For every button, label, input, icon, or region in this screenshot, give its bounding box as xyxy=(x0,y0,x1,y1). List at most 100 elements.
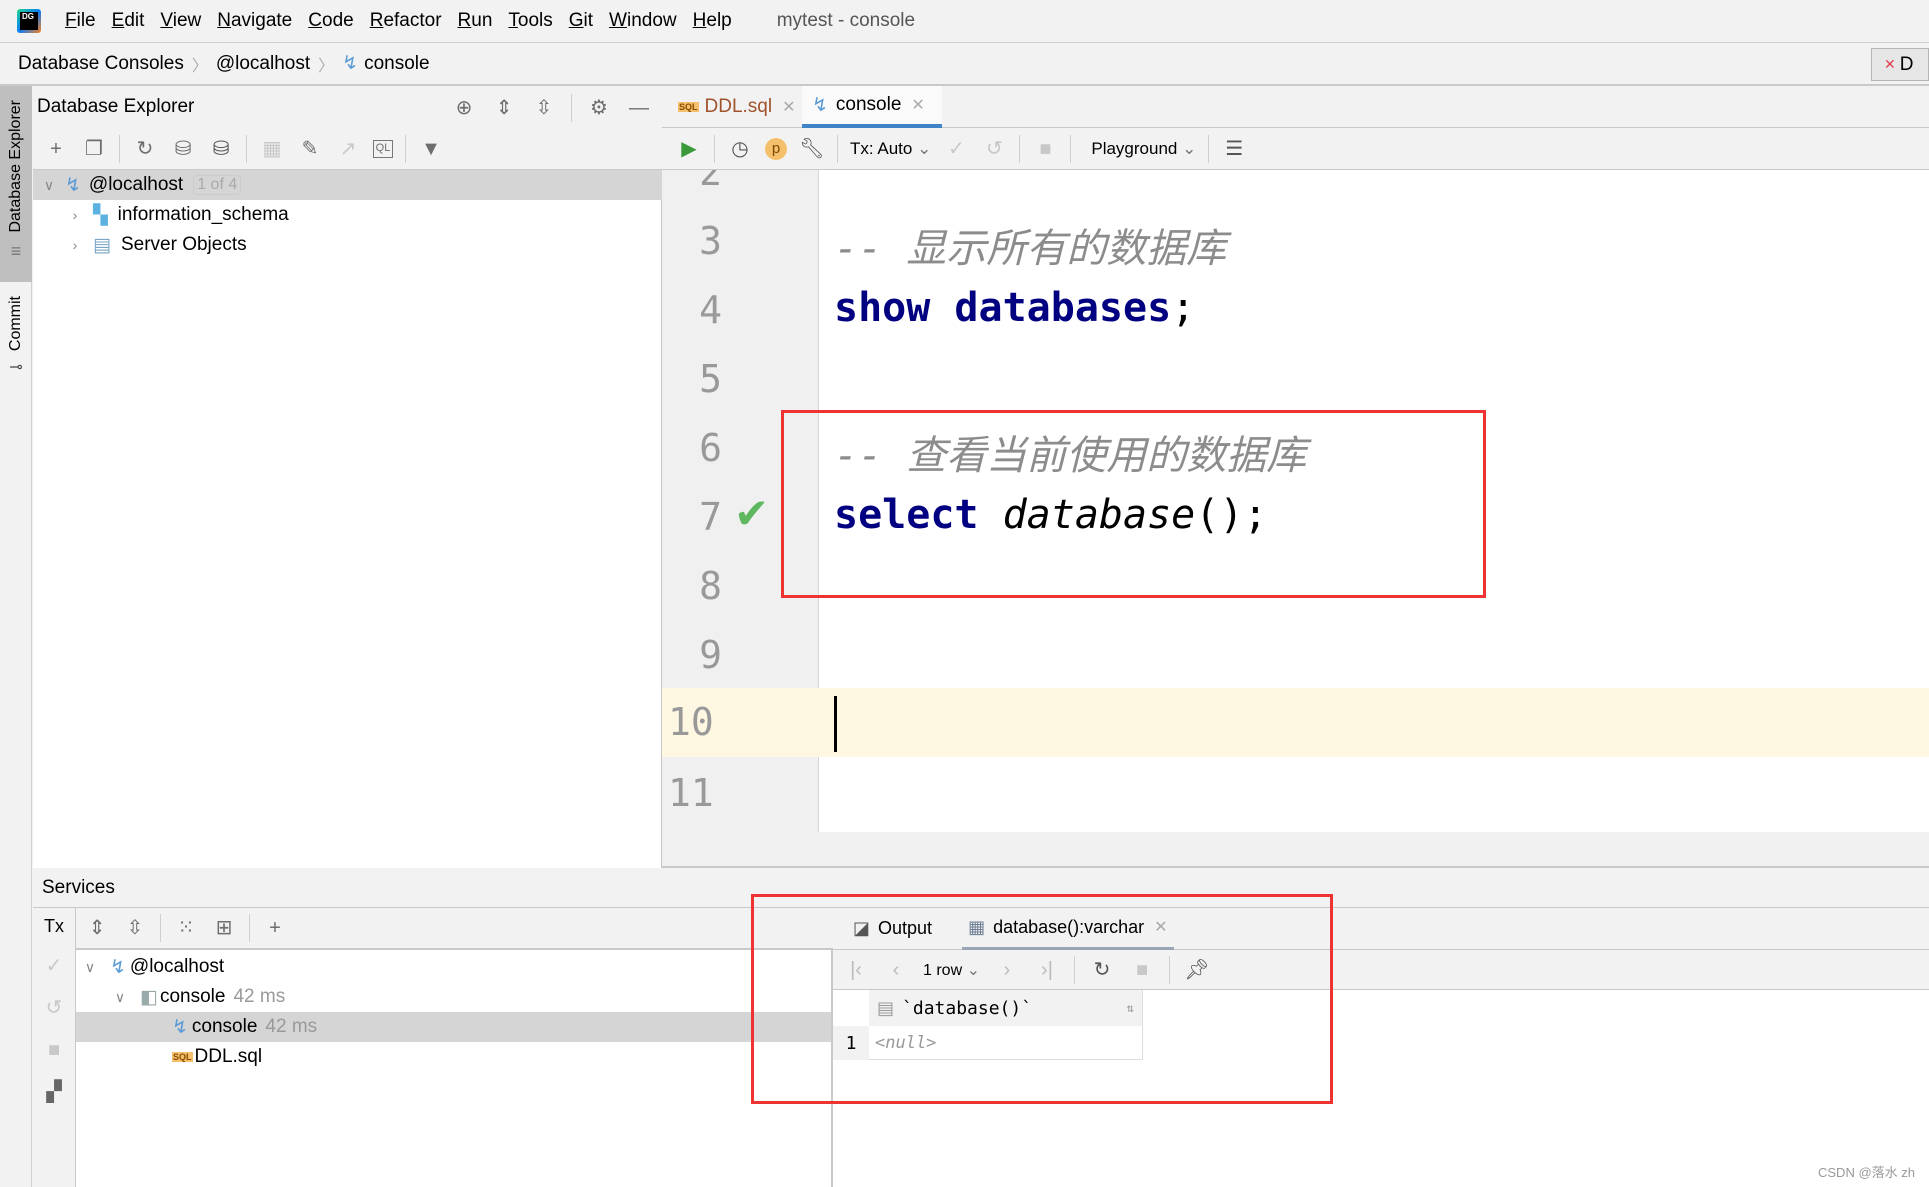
chevron-down-icon: ⌄ xyxy=(917,138,932,158)
tx-dropdown[interactable]: Tx xyxy=(44,916,64,937)
parameters-icon[interactable]: p xyxy=(765,137,787,160)
layout-icon[interactable]: ▞ xyxy=(41,1079,67,1105)
copy-icon[interactable]: ❐ xyxy=(81,136,107,162)
commit-check-icon[interactable]: ✓ xyxy=(41,953,67,979)
tab-ddl-sql[interactable]: SQL DDL.sql ✕ xyxy=(668,86,806,128)
table-icon[interactable]: ▦ xyxy=(259,136,285,162)
chevron-down-icon[interactable]: ∨ xyxy=(80,959,100,976)
chevron-right-icon[interactable]: › xyxy=(65,237,85,253)
stop-icon[interactable]: ■ xyxy=(1129,957,1155,983)
menu-help[interactable]: Help xyxy=(693,10,732,32)
close-icon[interactable]: ✕ xyxy=(782,97,795,117)
disconnect-button[interactable]: ✕ D xyxy=(1871,48,1929,81)
tab-console[interactable]: ↯ console ✕ xyxy=(802,86,942,128)
strip-commit[interactable]: Commit ⊸ xyxy=(0,296,32,377)
rollback-icon[interactable]: ↺ xyxy=(41,995,67,1021)
new-tab-icon[interactable]: ⊞ xyxy=(211,915,237,941)
menu-edit[interactable]: Edit xyxy=(112,10,145,32)
service-item-ddl-sql[interactable]: SQL DDL.sql xyxy=(76,1042,833,1072)
gear-icon[interactable]: ⚙ xyxy=(586,95,612,121)
close-icon[interactable]: ✕ xyxy=(1154,917,1167,937)
expand-all-icon[interactable]: ⇕ xyxy=(491,95,517,121)
refresh-icon[interactable]: ↻ xyxy=(1089,957,1115,983)
menu-navigate[interactable]: Navigate xyxy=(217,10,292,32)
next-page-icon[interactable]: › xyxy=(994,957,1020,983)
query-console-icon[interactable]: QL xyxy=(373,139,393,158)
history-icon[interactable]: ◷ xyxy=(727,136,753,162)
menu-file[interactable]: File xyxy=(65,10,96,32)
divider xyxy=(1070,134,1072,163)
breadcrumb: Database Consoles 〉 @localhost 〉 ↯ conso… xyxy=(0,43,1929,86)
filter-icon[interactable]: ▼ xyxy=(418,136,444,162)
menu-tools[interactable]: Tools xyxy=(508,10,552,32)
chevron-down-icon[interactable]: ∨ xyxy=(110,989,130,1006)
last-page-icon[interactable]: ›| xyxy=(1034,957,1060,983)
menu-view[interactable]: View xyxy=(160,10,201,32)
tree-item-server-objects[interactable]: › ▤ Server Objects xyxy=(33,230,662,260)
edit-icon[interactable]: ✎ xyxy=(297,136,323,162)
menu-run[interactable]: Run xyxy=(458,10,493,32)
minimize-icon[interactable]: — xyxy=(626,95,652,121)
code-line: 11 xyxy=(662,757,1929,826)
divider xyxy=(119,134,120,163)
output-layout-icon[interactable]: ☰ xyxy=(1221,136,1247,162)
first-page-icon[interactable]: |‹ xyxy=(843,957,869,983)
service-item-console-session[interactable]: ∨ ◧ console 42 ms xyxy=(76,982,833,1012)
breadcrumb-item[interactable]: console xyxy=(364,53,430,75)
executed-check-icon: ✔ xyxy=(734,490,770,537)
pin-icon[interactable]: 📌︎ xyxy=(1184,957,1210,983)
divider xyxy=(405,134,406,163)
code-editor[interactable]: 2 3 -- 显示所有的数据库 4 show databases; 5 6 --… xyxy=(662,170,1929,832)
divider xyxy=(160,914,161,942)
collapse-all-icon[interactable]: ⇳ xyxy=(122,915,148,941)
add-icon[interactable]: + xyxy=(43,136,69,162)
breadcrumb-item[interactable]: Database Consoles xyxy=(18,53,184,75)
menu-window[interactable]: Window xyxy=(609,10,677,32)
result-cell[interactable]: <null> xyxy=(869,1026,1143,1060)
data-source-properties-icon[interactable]: ⛁ xyxy=(170,136,196,162)
stop-icon[interactable]: ■ xyxy=(41,1037,67,1063)
chevron-down-icon[interactable]: ∨ xyxy=(39,177,59,194)
tree-item-localhost[interactable]: ∨ ↯ @localhost 1 of 4 xyxy=(33,170,662,200)
menu-git[interactable]: Git xyxy=(569,10,593,32)
settings-wrench-icon[interactable]: 🔧︎ xyxy=(799,136,825,162)
strip-database-explorer[interactable]: Database Explorer ≡ xyxy=(0,86,32,282)
tx-mode-dropdown[interactable]: Tx: Auto ⌄ xyxy=(850,139,931,159)
tab-label: console xyxy=(835,94,902,115)
code-line: 5 xyxy=(662,343,1929,412)
column-header[interactable]: ▤ `database()` ⇅ xyxy=(869,990,1143,1026)
expand-all-icon[interactable]: ⇕ xyxy=(84,915,110,941)
previous-page-icon[interactable]: ‹ xyxy=(883,957,909,983)
collapse-all-icon[interactable]: ⇳ xyxy=(531,95,557,121)
divider xyxy=(1019,134,1021,163)
schema-dropdown[interactable]: Playground ⌄ xyxy=(1091,139,1196,159)
code-line: 6 -- 查看当前使用的数据库 xyxy=(662,412,1929,481)
chevron-right-icon[interactable]: › xyxy=(65,207,85,223)
group-by-icon[interactable]: ⁙ xyxy=(173,915,199,941)
service-item-localhost[interactable]: ∨ ↯ @localhost xyxy=(76,952,833,982)
tab-output[interactable]: ◪ Output xyxy=(853,918,932,939)
mysql-icon: ↯ xyxy=(110,956,126,978)
row-count-dropdown[interactable]: 1 row ⌄ xyxy=(923,960,980,980)
execute-icon[interactable]: ▶ xyxy=(676,136,702,162)
locate-icon[interactable]: ⊕ xyxy=(451,95,477,121)
breadcrumb-item[interactable]: @localhost xyxy=(216,53,310,75)
rollback-icon[interactable]: ↺ xyxy=(981,136,1007,162)
close-icon[interactable]: ✕ xyxy=(911,95,924,115)
result-toolbar: |‹ ‹ 1 row ⌄ › ›| ↻ ■ 📌︎ xyxy=(833,950,1929,990)
stop-icon[interactable]: ■ xyxy=(1032,136,1058,162)
schema-label: Playground xyxy=(1091,138,1178,158)
jump-icon[interactable]: ↗ xyxy=(335,136,361,162)
service-item-console[interactable]: ↯ console 42 ms xyxy=(76,1012,831,1042)
disconnect-db-icon[interactable]: ⛁ xyxy=(208,136,234,162)
tab-result-database[interactable]: ▦ database():varchar ✕ xyxy=(962,908,1174,950)
sort-icon[interactable]: ⇅ xyxy=(1127,1001,1134,1015)
refresh-icon[interactable]: ↻ xyxy=(132,136,158,162)
tree-item-information-schema[interactable]: › ▚ information_schema xyxy=(33,200,662,230)
code-line: 7 ✔ select database(); xyxy=(662,481,1929,550)
add-icon[interactable]: + xyxy=(262,915,288,941)
commit-check-icon[interactable]: ✓ xyxy=(943,136,969,162)
menu-refactor[interactable]: Refactor xyxy=(370,10,442,32)
divider xyxy=(246,134,247,163)
menu-code[interactable]: Code xyxy=(308,10,353,32)
